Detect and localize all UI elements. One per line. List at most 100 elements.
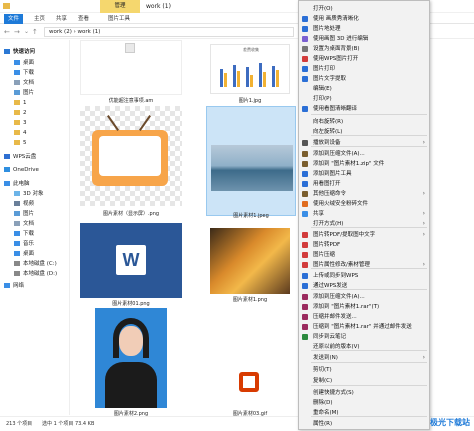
sidebar-item-disk-d[interactable]: 本地磁盘 (D:) — [0, 270, 70, 279]
menu-item-icon — [302, 26, 308, 32]
path-field[interactable]: work (2) › work (1) — [44, 27, 294, 37]
sidebar-item-folder-2[interactable]: 2 — [0, 109, 70, 118]
file-thumbnail-office[interactable] — [223, 358, 275, 406]
menu-separator — [311, 416, 427, 417]
sidebar-item-onedrive[interactable]: OneDrive — [0, 166, 70, 175]
menu-item[interactable]: 图片转PDF — [299, 240, 429, 250]
menu-item-icon — [302, 106, 308, 112]
menu-item[interactable]: 添加到 "图片素材1.rar"(T) — [299, 302, 429, 312]
menu-item[interactable]: 添加到图片工具 — [299, 169, 429, 179]
sidebar-item-wps[interactable]: WPS云盘 — [0, 153, 70, 162]
forward-icon[interactable]: → — [14, 28, 20, 36]
sidebar-item-pc-downloads[interactable]: 下载 — [0, 230, 70, 239]
menu-item[interactable]: 剪切(T) — [299, 365, 429, 375]
tab-picture-tools[interactable]: 图片工具 — [104, 14, 134, 24]
menu-item[interactable]: 其他压缩命令› — [299, 189, 429, 199]
menu-item[interactable]: 使用火绒安全粉碎文件 — [299, 199, 429, 209]
sidebar-item-label: 本地磁盘 (C:) — [23, 261, 57, 267]
menu-item-label: 创建快捷方式(S) — [313, 390, 354, 396]
menu-item[interactable]: 使用看图清晰翻译 — [299, 104, 429, 114]
sidebar-item-downloads[interactable]: 下载 — [0, 69, 70, 78]
desktop-icon — [14, 251, 20, 256]
sidebar-item-documents[interactable]: 文档 — [0, 79, 70, 88]
menu-item-label: 使用火绒安全粉碎文件 — [313, 201, 368, 207]
menu-item[interactable]: 使用画图 3D 进行编辑 — [299, 34, 429, 44]
window-title: work (1) — [146, 0, 171, 13]
menu-item[interactable]: 图片压缩 — [299, 250, 429, 260]
thumb-bar — [259, 63, 262, 87]
menu-item[interactable]: 打开(O) — [299, 4, 429, 14]
menu-item[interactable]: 打印(P) — [299, 94, 429, 104]
menu-item-icon — [302, 314, 308, 320]
menu-item[interactable]: 使用 画质秀清晰化 — [299, 14, 429, 24]
item-count: 213 个项目 — [6, 417, 32, 431]
menu-item-label: 添加到压缩文件(A)... — [313, 151, 365, 157]
menu-item[interactable]: 删除(D) — [299, 398, 429, 408]
menu-item[interactable]: 图片文字提取 — [299, 74, 429, 84]
sidebar-item-videos[interactable]: 视频 — [0, 200, 70, 209]
word-icon: W — [116, 245, 146, 275]
file-thumbnail-portrait[interactable] — [95, 308, 167, 408]
sidebar-item-desktop[interactable]: 桌面 — [0, 59, 70, 68]
tab-share[interactable]: 共享 — [52, 14, 71, 24]
menu-separator — [311, 289, 427, 290]
sidebar-item-folder-4[interactable]: 4 — [0, 129, 70, 138]
tab-view[interactable]: 查看 — [74, 14, 93, 24]
menu-item[interactable]: 使用WPS图片打开 — [299, 54, 429, 64]
file-thumbnail-am[interactable] — [80, 40, 182, 95]
menu-item[interactable]: 属性(R) — [299, 419, 429, 429]
chevron-down-icon[interactable]: ⌄ — [24, 28, 29, 35]
menu-item[interactable]: 图片地处理 — [299, 24, 429, 34]
file-thumbnail-landscape-selected[interactable] — [206, 106, 296, 216]
menu-item-label: 添加到压缩文件(A)... — [313, 294, 365, 300]
sidebar-item-3d[interactable]: 3D 对象 — [0, 190, 70, 199]
menu-item[interactable]: 编辑(E) — [299, 84, 429, 94]
manage-tab[interactable]: 管理 — [100, 0, 140, 13]
menu-item[interactable]: 添加到压缩文件(A)... — [299, 292, 429, 302]
menu-item[interactable]: 共享› — [299, 209, 429, 219]
chevron-right-icon: › — [423, 189, 425, 199]
file-thumbnail-leaf[interactable] — [210, 228, 290, 294]
file-thumbnail-screen[interactable] — [80, 106, 182, 206]
sidebar-item-network[interactable]: 网络 — [0, 282, 70, 291]
menu-item[interactable]: 压缩到 "图片素材1.rar" 并通过邮件发送 — [299, 322, 429, 332]
menu-item-label: 复制(C) — [313, 378, 332, 384]
sidebar-item-pc-desktop[interactable]: 桌面 — [0, 250, 70, 259]
quick-access[interactable]: 快速访问 — [0, 48, 70, 57]
sidebar-item-label: 文档 — [23, 80, 34, 86]
tab-home[interactable]: 主页 — [30, 14, 49, 24]
menu-item-icon — [302, 16, 308, 22]
sidebar-item-folder-3[interactable]: 3 — [0, 119, 70, 128]
up-icon[interactable]: ↑ — [32, 28, 38, 36]
menu-item[interactable]: 创建快捷方式(S) — [299, 388, 429, 398]
sidebar-item-disk-c[interactable]: 本地磁盘 (C:) — [0, 260, 70, 269]
tab-file[interactable]: 文件 — [4, 14, 23, 24]
file-thumbnail-chart[interactable]: 差费收集 — [210, 44, 290, 94]
sidebar-item-folder-1[interactable]: 1 — [0, 99, 70, 108]
sidebar-item-music[interactable]: 音乐 — [0, 240, 70, 249]
menu-item[interactable]: 图片打印 — [299, 64, 429, 74]
navigation-pane: 快速访问 桌面 下载 文档 图片 1 2 3 4 5 WPS云盘 OneDriv… — [0, 40, 70, 415]
back-icon[interactable]: ← — [4, 28, 10, 36]
sidebar-item-pc-documents[interactable]: 文档 — [0, 220, 70, 229]
menu-item[interactable]: 同步到云笔记 — [299, 332, 429, 342]
sidebar-item-folder-5[interactable]: 5 — [0, 139, 70, 148]
sidebar-item-pictures[interactable]: 图片 — [0, 89, 70, 98]
sidebar-item-this-pc[interactable]: 此电脑 — [0, 180, 70, 189]
menu-item-label: 打开(O) — [313, 6, 333, 12]
sidebar-item-pc-pictures[interactable]: 图片 — [0, 210, 70, 219]
sidebar-item-label: 网络 — [13, 283, 24, 289]
menu-item-label: 剪切(T) — [313, 367, 332, 373]
file-thumbnail-word[interactable]: W — [80, 223, 182, 298]
menu-item[interactable]: 添加到压缩文件(A)... — [299, 149, 429, 159]
menu-item[interactable]: 添加到 "图片素材1.zip" 文件 — [299, 159, 429, 169]
menu-item[interactable]: 设置为桌面背景(B) — [299, 44, 429, 54]
computer-icon — [4, 181, 10, 186]
menu-item[interactable]: 上传或同步到WPS — [299, 271, 429, 281]
cloud-icon — [4, 167, 10, 172]
star-icon — [4, 49, 10, 54]
menu-item[interactable]: 向右旋转(R) — [299, 117, 429, 127]
menu-item[interactable]: 图片转PDF/提取图中文字› — [299, 230, 429, 240]
menu-item[interactable]: 压缩并邮件发送... — [299, 312, 429, 322]
menu-item[interactable]: 用看图打开 — [299, 179, 429, 189]
